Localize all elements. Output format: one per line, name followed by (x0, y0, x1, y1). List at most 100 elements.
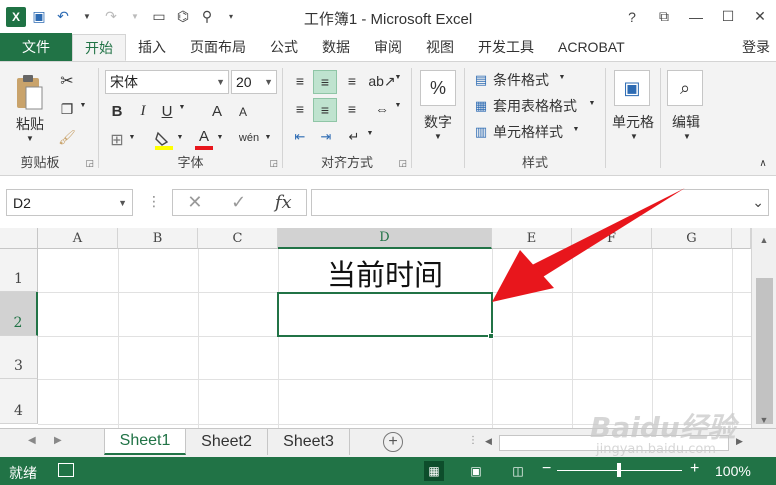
tab-split-grip-icon[interactable]: ⋮ (468, 435, 478, 446)
editing-dropdown-icon[interactable]: ▼ (679, 132, 695, 141)
sheet-tab-3[interactable]: Sheet3 (268, 429, 350, 455)
orientation-icon[interactable]: ab↗ (368, 70, 395, 92)
format-as-table-button[interactable]: 套用表格格式 (493, 96, 577, 116)
paste-button-label[interactable]: 粘贴 (12, 114, 48, 134)
column-header-c[interactable]: C (198, 228, 278, 249)
font-color-dropdown-icon[interactable]: ▼ (215, 134, 225, 141)
orientation-dropdown-icon[interactable]: ▼ (393, 74, 403, 81)
redo-icon[interactable]: ↷ (100, 6, 122, 28)
decrease-indent-icon[interactable]: ⇤ (289, 126, 311, 148)
tree-icon[interactable]: ⌬ (172, 6, 194, 28)
grow-font-button[interactable]: A (207, 100, 227, 122)
shrink-font-button[interactable]: A (233, 102, 253, 122)
next-sheet-icon[interactable]: ▶ (54, 435, 62, 446)
help-button[interactable]: ? (616, 0, 648, 33)
cell-styles-dropdown-icon[interactable]: ▼ (571, 126, 581, 133)
align-center-icon[interactable]: ≡ (313, 98, 337, 122)
conditional-format-dropdown-icon[interactable]: ▼ (557, 74, 567, 81)
sheet-tab-2[interactable]: Sheet2 (186, 429, 268, 455)
merge-center-icon[interactable]: ⇔ (371, 98, 393, 120)
wrap-text-icon[interactable]: ↵ (343, 126, 365, 148)
cells-dropdown-icon[interactable]: ▼ (626, 132, 642, 141)
redo-dropdown-icon[interactable]: ▼ (124, 6, 146, 28)
clipboard-launcher-icon[interactable]: ◲ (85, 158, 94, 169)
tab-formulas[interactable]: 公式 (258, 33, 310, 61)
row-header-3[interactable]: 3 (0, 336, 38, 379)
page-layout-view-icon[interactable]: ▣ (466, 461, 486, 481)
zoom-out-button[interactable]: − (542, 460, 551, 478)
underline-dropdown-icon[interactable]: ▼ (177, 104, 187, 111)
conditional-format-button[interactable]: 条件格式 (493, 70, 549, 90)
find-binoculars-icon[interactable]: ⌕ (667, 70, 703, 106)
row-header-1[interactable]: 1 (0, 249, 38, 292)
name-box[interactable]: D2 ▼ (6, 189, 133, 216)
copy-icon[interactable]: ❐ (56, 98, 78, 120)
macro-record-icon[interactable] (58, 463, 74, 477)
zoom-slider-thumb[interactable] (617, 463, 621, 477)
align-top-icon[interactable]: ≡ (289, 70, 311, 92)
phonetic-dropdown-icon[interactable]: ▼ (263, 134, 273, 141)
pin-icon[interactable]: ⚲ (196, 6, 218, 28)
scroll-up-icon[interactable]: ▲ (756, 232, 772, 248)
name-box-dropdown-icon[interactable]: ▼ (118, 198, 127, 208)
cut-icon[interactable]: ✂ (56, 70, 78, 92)
fill-color-icon[interactable] (153, 128, 175, 152)
column-header-h[interactable] (732, 228, 751, 249)
sheet-tab-1[interactable]: Sheet1 (104, 429, 186, 455)
align-middle-icon[interactable]: ≡ (313, 70, 337, 94)
merge-dropdown-icon[interactable]: ▼ (393, 102, 403, 109)
zoom-in-button[interactable]: + (690, 460, 699, 478)
border-dropdown-icon[interactable]: ▼ (127, 134, 137, 141)
scroll-left-icon[interactable]: ◀ (485, 436, 492, 447)
bold-button[interactable]: B (107, 100, 127, 122)
cell-d1[interactable]: 当前时间 (278, 252, 492, 292)
expand-formula-icon[interactable]: ⌄ (752, 194, 764, 211)
tab-file[interactable]: 文件 (0, 33, 72, 61)
form-icon[interactable]: ▭ (148, 6, 170, 28)
tab-insert[interactable]: 插入 (126, 33, 178, 61)
login-link[interactable]: 登录 (730, 33, 776, 61)
fill-handle[interactable] (488, 333, 494, 339)
tab-review[interactable]: 审阅 (362, 33, 414, 61)
paste-icon[interactable] (12, 72, 46, 112)
font-size-combo[interactable]: 20 ▼ (231, 70, 277, 94)
column-header-b[interactable]: B (118, 228, 198, 249)
insert-function-icon[interactable]: fx (275, 192, 292, 213)
save-icon[interactable]: ▣ (28, 6, 50, 28)
conditional-format-icon[interactable]: ▤ (471, 70, 491, 90)
number-dropdown-icon[interactable]: ▼ (430, 132, 446, 141)
vertical-scrollbar[interactable]: ▲ ▼ (751, 228, 776, 428)
tab-home[interactable]: 开始 (72, 34, 126, 61)
tab-view[interactable]: 视图 (414, 33, 466, 61)
tab-acrobat[interactable]: ACROBAT (546, 33, 637, 61)
font-size-dropdown-icon[interactable]: ▼ (264, 77, 273, 87)
font-name-dropdown-icon[interactable]: ▼ (216, 77, 225, 87)
ribbon-display-button[interactable]: ⧉ (648, 0, 680, 33)
formula-bar-grip-icon[interactable]: ⋮ (147, 193, 161, 210)
zoom-level[interactable]: 100% (715, 463, 751, 479)
cell-styles-icon[interactable]: ▥ (471, 122, 491, 142)
cells-button-label[interactable]: 单元格 (606, 112, 660, 132)
tab-developer[interactable]: 开发工具 (466, 33, 546, 61)
cell-styles-button[interactable]: 单元格样式 (493, 122, 563, 142)
fill-color-dropdown-icon[interactable]: ▼ (175, 134, 185, 141)
italic-button[interactable]: I (133, 100, 153, 122)
format-painter-icon[interactable]: 🖌 (56, 126, 78, 148)
undo-icon[interactable]: ↶ (52, 6, 74, 28)
minimize-button[interactable]: — (680, 0, 712, 33)
font-color-icon[interactable]: A (193, 126, 215, 152)
column-header-a[interactable]: A (38, 228, 118, 249)
enter-icon[interactable]: ✓ (231, 192, 246, 213)
editing-button-label[interactable]: 编辑 (661, 112, 711, 132)
wrap-dropdown-icon[interactable]: ▼ (365, 130, 375, 137)
prev-sheet-icon[interactable]: ◀ (28, 435, 36, 446)
row-header-2[interactable]: 2 (0, 292, 38, 336)
increase-indent-icon[interactable]: ⇥ (315, 126, 337, 148)
paste-dropdown-icon[interactable]: ▼ (22, 134, 38, 143)
align-left-icon[interactable]: ≡ (289, 98, 311, 120)
phonetic-icon[interactable]: wén (237, 126, 261, 150)
underline-button[interactable]: U (157, 100, 177, 122)
format-as-table-icon[interactable]: ▦ (471, 96, 491, 116)
cancel-icon[interactable]: ✕ (187, 192, 202, 213)
border-icon[interactable]: ⊞ (107, 130, 127, 150)
